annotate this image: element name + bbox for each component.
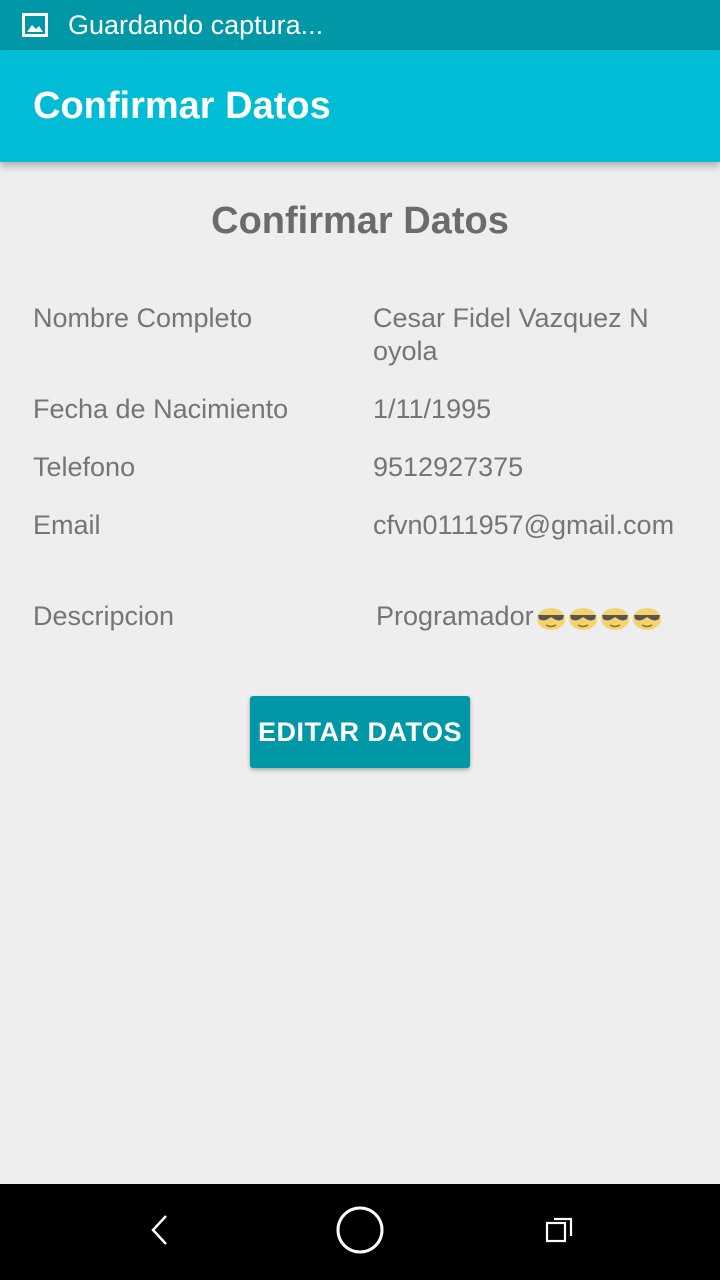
field-value: Cesar Fidel Vazquez Noyola [373, 303, 649, 366]
field-value: 9512927375 [373, 452, 524, 482]
edit-data-button[interactable]: EDITAR DATOS [250, 696, 470, 768]
page-title: Confirmar Datos [211, 200, 509, 242]
sunglasses-face-emoji-icon [568, 605, 598, 631]
field-value: cfvn0111957@gmail.com [373, 510, 675, 540]
content-area: Confirmar Datos Nombre Completo Cesar Fi… [0, 162, 720, 1184]
field-label: Descripcion [33, 601, 175, 631]
sunglasses-face-emoji-icon [536, 605, 566, 631]
field-value: 1/11/1995 [373, 394, 492, 424]
field-label: Fecha de Nacimiento [33, 394, 289, 424]
home-button[interactable] [300, 1184, 420, 1280]
status-bar: Guardando captura... [0, 0, 720, 50]
home-icon [335, 1205, 385, 1260]
image-icon [22, 13, 48, 37]
back-icon [148, 1213, 172, 1252]
emoji-group [534, 601, 662, 631]
recents-icon [545, 1215, 575, 1250]
recents-button[interactable] [500, 1184, 620, 1280]
sunglasses-face-emoji-icon [600, 605, 630, 631]
field-value-wrapper: Programador [376, 600, 686, 633]
field-value: Programador [376, 601, 534, 631]
navigation-bar [0, 1184, 720, 1280]
app-bar-title: Confirmar Datos [33, 84, 331, 127]
back-button[interactable] [100, 1184, 220, 1280]
field-label: Email [33, 510, 101, 540]
app-bar: Confirmar Datos [0, 50, 720, 162]
status-notification-text: Guardando captura... [68, 9, 324, 40]
sunglasses-face-emoji-icon [632, 605, 662, 631]
field-label: Nombre Completo [33, 303, 253, 333]
field-label: Telefono [33, 452, 136, 482]
